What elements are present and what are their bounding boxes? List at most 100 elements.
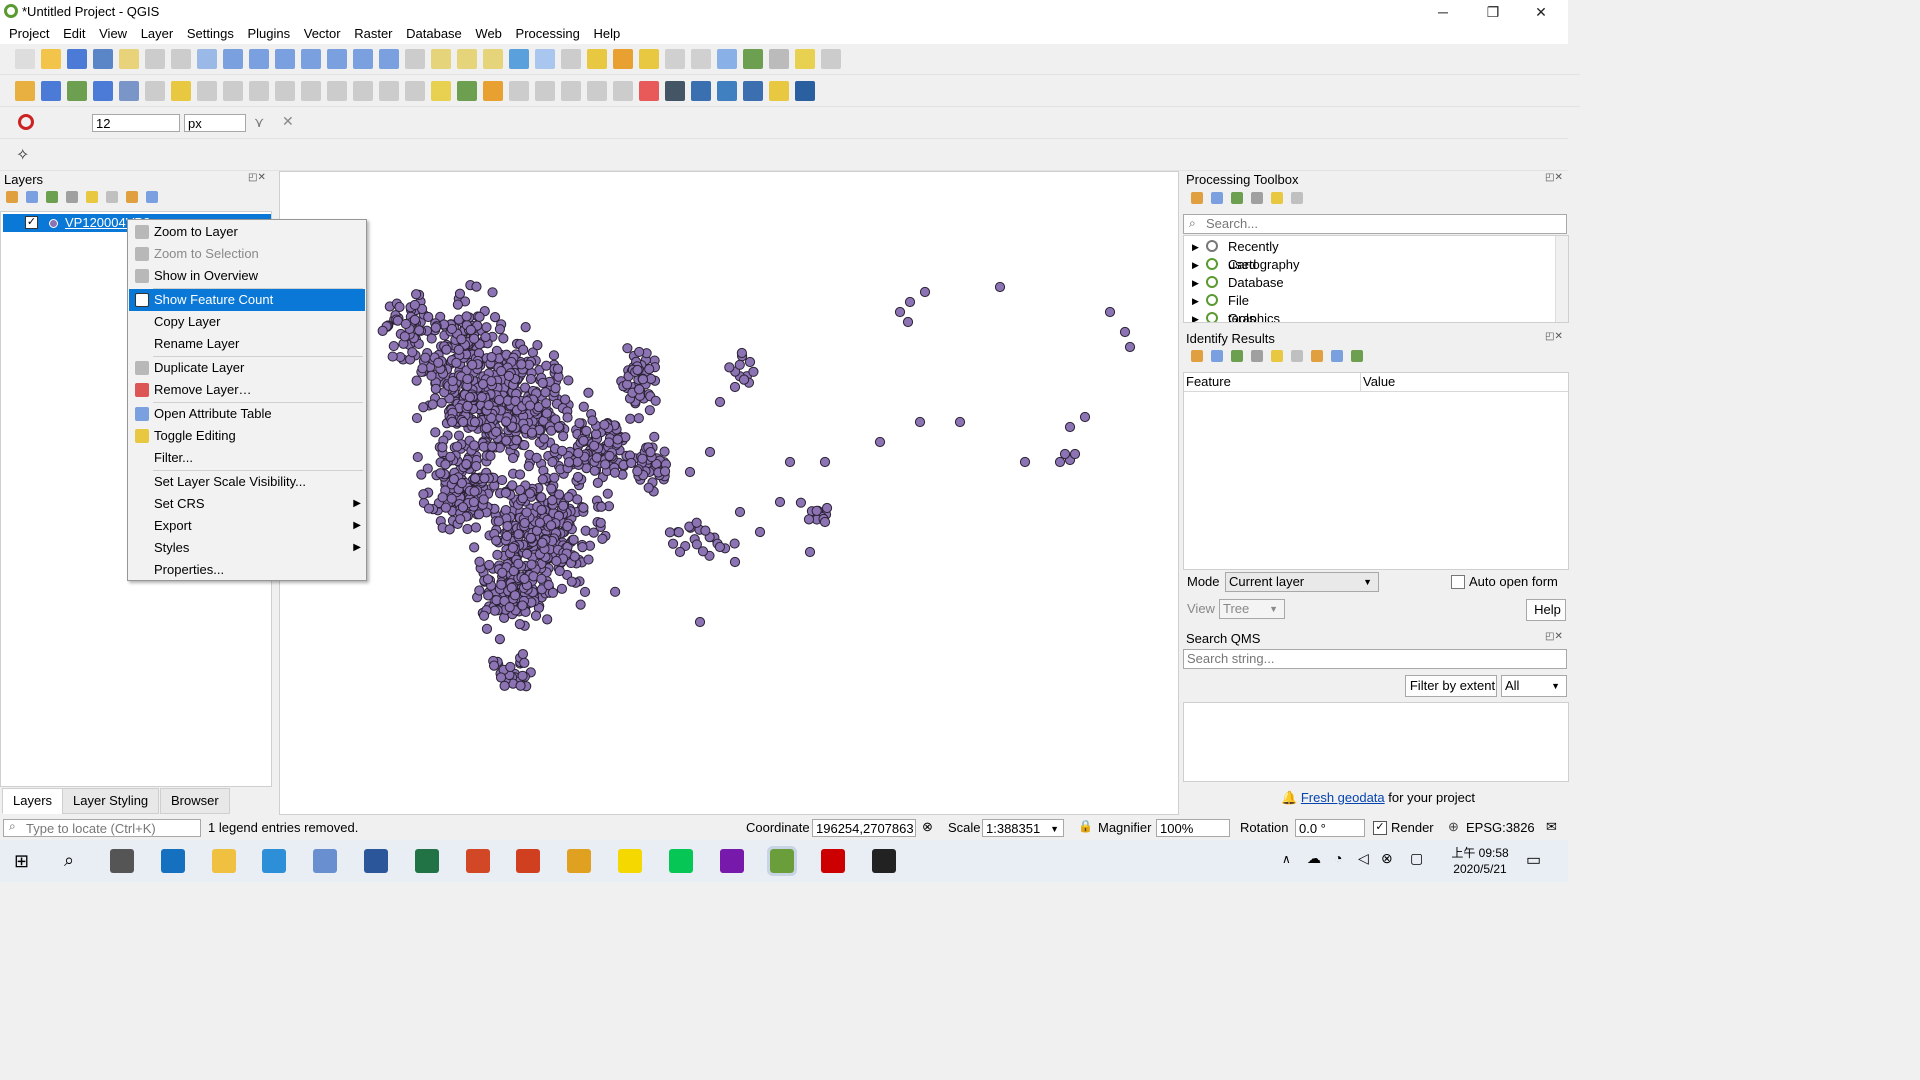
new-3d-view-icon[interactable] — [483, 49, 503, 69]
zoom-native-icon[interactable] — [379, 49, 399, 69]
menu-view[interactable]: View — [94, 25, 132, 43]
digitize-icon[interactable] — [93, 81, 113, 101]
processing-toolbar-icon-5[interactable] — [1291, 192, 1303, 204]
coord-toggle-icon[interactable]: ⊗ — [922, 819, 933, 835]
dock-float-close-icon[interactable]: ◰✕ — [1545, 631, 1563, 642]
expand-arrow-icon[interactable]: ▶ — [1192, 256, 1199, 274]
pin-diagram-icon[interactable] — [587, 81, 607, 101]
menu-plugins[interactable]: Plugins — [242, 25, 295, 43]
mode-select[interactable]: Current layer ▼ — [1225, 572, 1379, 592]
processing-toolbar-icon-2[interactable] — [1231, 192, 1243, 204]
pin-icon[interactable] — [457, 81, 477, 101]
osm-icon[interactable] — [639, 81, 659, 101]
dock-float-close-icon[interactable]: ◰✕ — [1545, 172, 1563, 183]
paste-icon[interactable] — [353, 81, 373, 101]
magnifier-field[interactable]: 100% — [1156, 819, 1230, 837]
menu-item-rename-layer[interactable]: Rename Layer — [129, 333, 365, 355]
layers-toolbar-icon-6[interactable] — [126, 191, 138, 203]
statistics-icon[interactable] — [743, 49, 763, 69]
menu-item-show-in-overview[interactable]: Show in Overview — [129, 265, 365, 287]
zoom-out-icon[interactable] — [275, 49, 295, 69]
qms-filter-select[interactable]: All ▼ — [1501, 675, 1567, 697]
wifi-icon[interactable]: ◔ — [1334, 850, 1342, 866]
identify-toolbar-icon-3[interactable] — [1251, 350, 1263, 362]
menu-web[interactable]: Web — [470, 25, 507, 43]
locator-input[interactable]: Type to locate (Ctrl+K) — [3, 819, 201, 837]
minimize-button[interactable]: ─ — [1420, 2, 1466, 22]
close-button[interactable]: ✕ — [1518, 2, 1564, 22]
move-diagram-icon[interactable] — [613, 81, 633, 101]
help-icon[interactable] — [795, 81, 815, 101]
processing-scrollbar[interactable] — [1555, 236, 1568, 322]
new-project-icon[interactable] — [15, 49, 35, 69]
dock-float-close-icon[interactable]: ◰✕ — [1545, 331, 1563, 342]
powerpoint-icon[interactable] — [465, 849, 490, 873]
plugin-tool-icon[interactable] — [769, 81, 789, 101]
filter-extent-button[interactable]: Filter by extent — [1405, 675, 1497, 697]
layers-toolbar-icon-1[interactable] — [26, 191, 38, 203]
coordinate-field[interactable]: 196254,2707863 — [812, 819, 916, 837]
auto-open-checkbox[interactable] — [1451, 575, 1465, 589]
identify-icon[interactable] — [561, 49, 581, 69]
layout-manager-icon[interactable] — [145, 49, 165, 69]
ie-icon[interactable] — [262, 849, 287, 873]
tip-icon[interactable] — [795, 49, 815, 69]
expand-arrow-icon[interactable]: ▶ — [1192, 310, 1199, 322]
identify-toolbar-icon-7[interactable] — [1331, 350, 1343, 362]
processing-search-input[interactable]: Search... — [1183, 214, 1567, 234]
magnet-icon[interactable] — [18, 114, 34, 130]
layers-toolbar-icon-7[interactable] — [146, 191, 158, 203]
delete-selected-icon[interactable] — [275, 81, 295, 101]
menu-item-styles[interactable]: Styles ▶ — [129, 537, 365, 559]
float-icon[interactable]: ◰✕ — [248, 172, 266, 183]
rotation-field[interactable]: 0.0 ° — [1295, 819, 1365, 837]
processing-toolbar-icon-0[interactable] — [1191, 192, 1203, 204]
save-as-icon[interactable] — [93, 49, 113, 69]
snap-tolerance-input[interactable]: 12 — [92, 114, 180, 132]
expand-arrow-icon[interactable]: ▶ — [1192, 274, 1199, 292]
chevron-up-icon[interactable]: ∧ — [1282, 852, 1291, 866]
crs-button[interactable]: EPSG:3826 — [1466, 820, 1535, 835]
action-icon[interactable] — [587, 49, 607, 69]
clock-date[interactable]: 2020/5/21 — [1444, 862, 1516, 876]
identify-toolbar-icon-8[interactable] — [1351, 350, 1363, 362]
print-layout-icon[interactable] — [119, 49, 139, 69]
identify-toolbar-icon-1[interactable] — [1211, 350, 1223, 362]
menu-item-zoom-to-layer[interactable]: Zoom to Layer — [129, 221, 365, 243]
scale-field[interactable]: 1:388351 ▼ — [982, 819, 1064, 837]
lock-icon[interactable]: 🔒 — [1078, 819, 1093, 833]
search-globe-icon[interactable] — [717, 81, 737, 101]
edge-icon[interactable] — [160, 849, 185, 873]
tab-layer-styling[interactable]: Layer Styling — [62, 788, 160, 814]
add-vector-layer-icon[interactable] — [15, 81, 35, 101]
menu-item-show-feature-count[interactable]: Show Feature Count — [129, 289, 365, 311]
menu-item-remove-layer[interactable]: Remove Layer… — [129, 379, 365, 401]
select-icon[interactable] — [613, 49, 633, 69]
clock-time[interactable]: 上午 09:58 — [1444, 844, 1516, 861]
move-label-icon[interactable] — [509, 81, 529, 101]
redo-icon[interactable] — [405, 81, 425, 101]
label-icon[interactable] — [431, 81, 451, 101]
undo-icon[interactable] — [379, 81, 399, 101]
search-icon[interactable]: ⌕ — [64, 850, 74, 871]
zoom-last-icon[interactable] — [405, 49, 425, 69]
add-raster-layer-icon[interactable] — [41, 81, 61, 101]
layers-toolbar-icon-4[interactable] — [86, 191, 98, 203]
qgis-icon[interactable] — [767, 846, 798, 876]
menu-item-set-layer-scale-visibility[interactable]: Set Layer Scale Visibility... — [129, 471, 365, 493]
windows-start-icon[interactable]: ⊞ — [14, 851, 29, 872]
word-icon[interactable] — [364, 849, 388, 873]
view-select[interactable]: Tree ▼ — [1219, 599, 1285, 619]
processing-toolbar-icon-1[interactable] — [1211, 192, 1223, 204]
deselect-icon[interactable] — [639, 49, 659, 69]
col-feature[interactable]: Feature — [1186, 374, 1231, 389]
menu-database[interactable]: Database — [401, 25, 467, 43]
maximize-button[interactable]: ❐ — [1470, 2, 1516, 22]
menu-item-properties[interactable]: Properties... — [129, 559, 365, 581]
menu-item-filter[interactable]: Filter... — [129, 447, 365, 469]
identify-toolbar-icon-6[interactable] — [1311, 350, 1323, 362]
add-feature-icon[interactable] — [223, 81, 243, 101]
pan-to-selection-icon[interactable] — [223, 49, 243, 69]
acrobat-icon[interactable] — [821, 849, 846, 873]
menu-item-toggle-editing[interactable]: Toggle Editing — [129, 425, 365, 447]
